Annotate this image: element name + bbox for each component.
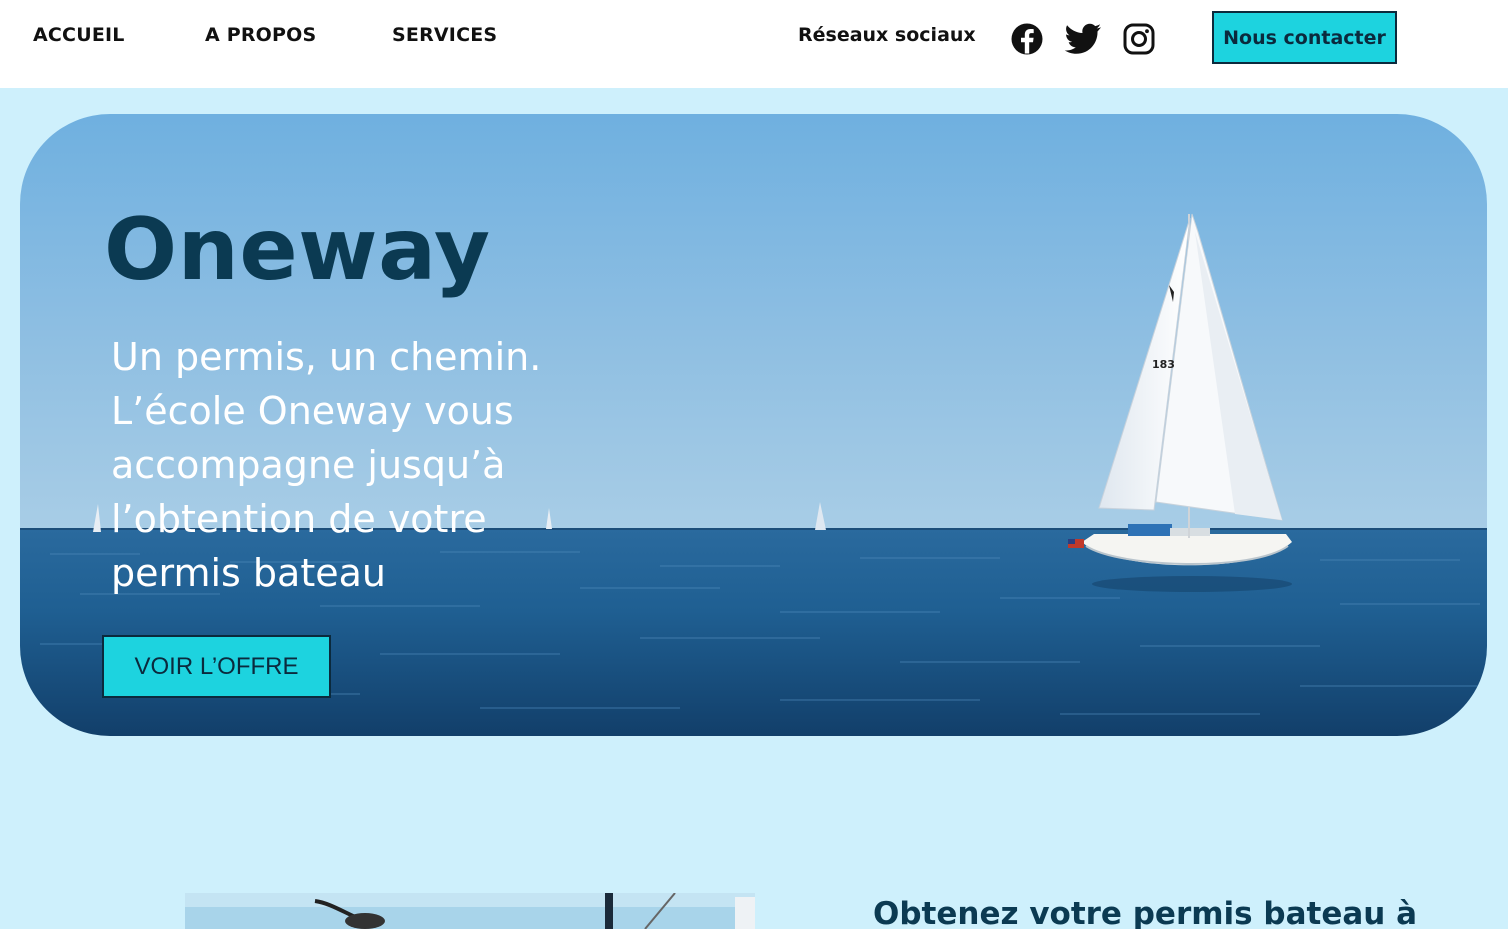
sail-number: 183 xyxy=(1152,358,1175,371)
facebook-icon[interactable] xyxy=(1010,22,1044,56)
social-networks-label: Réseaux sociaux xyxy=(798,24,976,46)
hero-banner: 183 Oneway Un permis, un chemin. L’école… xyxy=(20,114,1487,736)
instagram-icon[interactable] xyxy=(1123,23,1155,55)
hero-tagline: Un permis, un chemin. L’école Oneway vou… xyxy=(111,335,542,595)
view-offer-button[interactable]: VOIR L’OFFRE xyxy=(102,635,331,698)
top-navigation: ACCUEIL A PROPOS SERVICES Réseaux sociau… xyxy=(0,0,1508,88)
contact-button[interactable]: Nous contacter xyxy=(1212,11,1397,64)
section-heading: Obtenez votre permis bateau à xyxy=(873,896,1418,929)
section-image xyxy=(185,893,755,929)
twitter-icon[interactable] xyxy=(1064,22,1102,56)
nav-link-services[interactable]: SERVICES xyxy=(392,24,497,46)
hero-title: Oneway xyxy=(104,200,491,300)
nav-link-accueil[interactable]: ACCUEIL xyxy=(33,24,125,46)
nav-link-a-propos[interactable]: A PROPOS xyxy=(205,24,316,46)
